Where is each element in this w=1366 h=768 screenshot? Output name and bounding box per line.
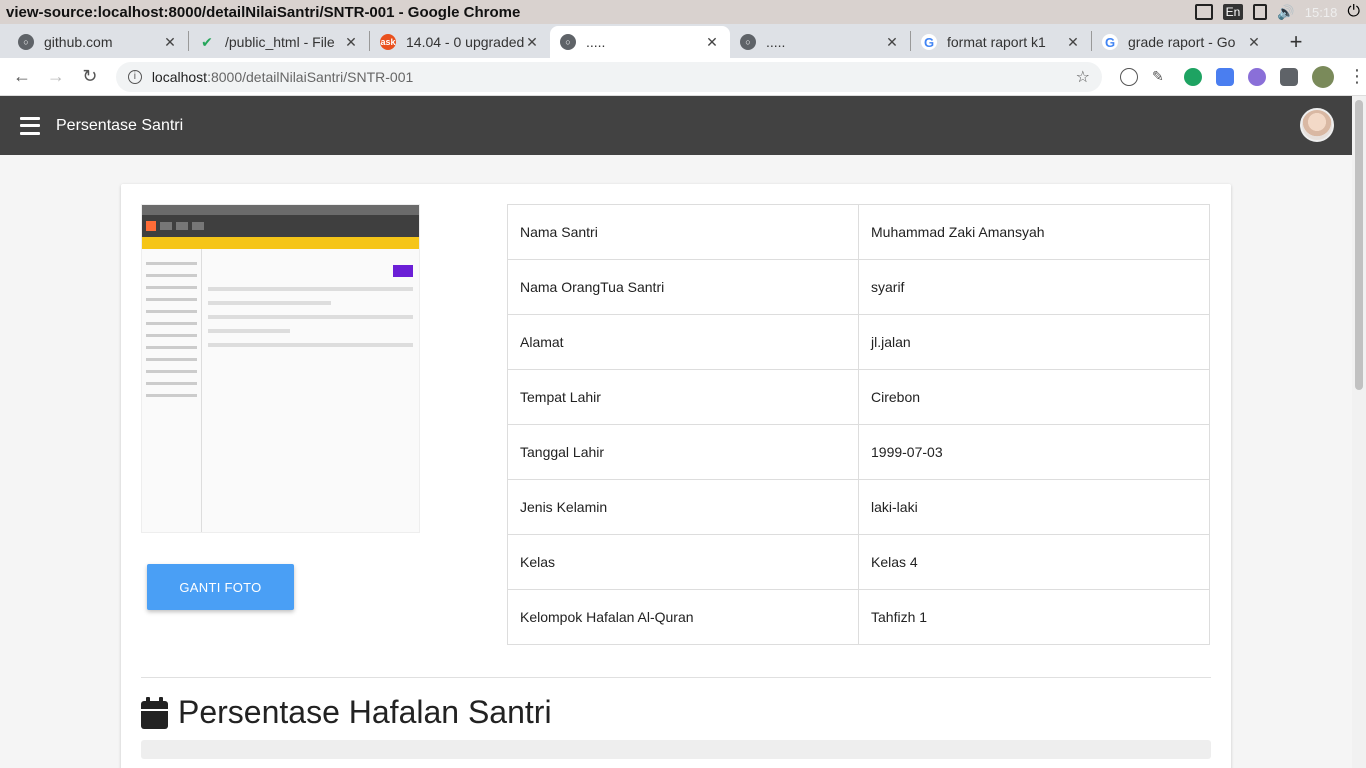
tab-format-raport[interactable]: G format raport k1 ✕ [911,26,1091,58]
globe-icon: ○ [740,34,756,50]
close-icon[interactable]: ✕ [524,34,540,51]
profile-avatar-icon[interactable] [1312,65,1334,88]
section-title-text: Persentase Hafalan Santri [178,694,552,730]
divider [141,677,1211,678]
page-scrollbar[interactable] [1352,96,1366,768]
table-row: Kelompok Hafalan Al-Quran Tahfizh 1 [507,589,1210,645]
row-label: Jenis Kelamin [507,479,859,535]
tab-askubuntu[interactable]: ask 14.04 - 0 upgraded ✕ [370,26,550,58]
clipboard-icon[interactable] [1253,4,1268,20]
tab-label: ..... [586,34,606,50]
table-row: Nama Santri Muhammad Zaki Amansyah [507,204,1210,260]
table-row: Alamat jl.jalan [507,314,1210,370]
close-icon[interactable]: ✕ [1065,34,1081,51]
puzzle-icon[interactable] [1280,67,1298,86]
section-heading: Persentase Hafalan Santri [141,694,552,731]
hafalan-progress-bar [141,740,1211,759]
browser-toolbar: ← → ↻ i localhost :8000/detailNilaiSantr… [0,58,1366,96]
tab-github[interactable]: ○ github.com ✕ [8,26,188,58]
row-value: Tahfizh 1 [858,589,1210,645]
tab-label: 14.04 - 0 upgraded [406,34,524,50]
volume-icon[interactable]: 🔊 [1277,4,1294,21]
pen-extension-icon[interactable]: ✎ [1152,68,1170,86]
tab-strip: ○ github.com ✕ ✔ /public_html - File ✕ a… [0,24,1366,58]
clock[interactable]: 15:18 [1305,5,1338,20]
url-path: :8000/detailNilaiSantri/SNTR-001 [207,68,414,85]
os-top-bar: view-source:localhost:8000/detailNilaiSa… [0,0,1366,24]
table-row: Tempat Lahir Cirebon [507,369,1210,425]
globe-icon: ○ [18,34,34,50]
user-avatar[interactable] [1300,108,1334,142]
tab-label: ..... [766,34,786,50]
translate-extension-icon[interactable] [1216,67,1234,86]
row-value: laki-laki [858,479,1210,535]
table-row: Jenis Kelamin laki-laki [507,479,1210,535]
check-icon: ✔ [201,33,213,50]
close-icon[interactable]: ✕ [884,34,900,51]
row-label: Tanggal Lahir [507,424,859,480]
app-title: Persentase Santri [56,116,184,134]
row-value: 1999-07-03 [858,424,1210,480]
row-label: Nama OrangTua Santri [507,259,859,315]
window-title: view-source:localhost:8000/detailNilaiSa… [6,3,521,21]
row-label: Tempat Lahir [507,369,859,425]
row-label: Nama Santri [507,204,859,260]
tab-label: grade raport - Go [1128,34,1236,50]
bookmark-star-icon[interactable]: ☆ [1076,67,1090,87]
info-icon[interactable]: i [127,69,142,84]
close-icon[interactable]: ✕ [704,34,720,51]
url-host: localhost [151,68,208,85]
scrollbar-thumb[interactable] [1355,100,1363,390]
screen-icon[interactable] [1194,4,1213,20]
reload-icon[interactable]: ↻ [74,61,106,93]
forward-arrow-icon[interactable]: → [40,61,72,93]
row-label: Kelas [507,534,859,590]
table-row: Tanggal Lahir 1999-07-03 [507,424,1210,480]
gear-extension-icon[interactable] [1248,67,1266,86]
menu-dots-icon[interactable]: ⋮ [1348,66,1366,87]
shield-extension-icon[interactable] [1184,67,1202,86]
keyboard-language-indicator[interactable]: En [1222,4,1244,20]
row-value: syarif [858,259,1210,315]
ganti-foto-button[interactable]: GANTI FOTO [147,564,294,610]
globe-icon: ○ [560,34,576,50]
back-arrow-icon[interactable]: ← [6,61,38,93]
row-value: Cirebon [858,369,1210,425]
tab-dots[interactable]: ○ ..... ✕ [730,26,910,58]
row-value: Kelas 4 [858,534,1210,590]
detail-card: GANTI FOTO Nama Santri Muhammad Zaki Ama… [121,184,1231,768]
tab-label: /public_html - File [225,34,335,50]
address-bar[interactable]: i localhost :8000/detailNilaiSantri/SNTR… [115,61,1102,92]
row-label: Alamat [507,314,859,370]
google-icon: G [1102,34,1118,50]
google-icon: G [921,34,937,50]
askubuntu-icon: ask [380,34,396,50]
close-icon[interactable]: ✕ [343,34,359,51]
power-icon[interactable]: ⏻ [1347,3,1360,21]
row-value: Muhammad Zaki Amansyah [858,204,1210,260]
system-tray: En 🔊 15:18 ⏻ [1194,0,1366,24]
table-row: Kelas Kelas 4 [507,534,1210,590]
hamburger-menu-icon[interactable] [20,116,40,135]
extensions-area: ✎ ⋮ [1120,65,1366,88]
close-icon[interactable]: ✕ [162,34,178,51]
tab-active[interactable]: ○ ..... ✕ [550,26,730,58]
app-header: Persentase Santri [0,96,1352,155]
new-tab-button[interactable]: + [1280,26,1312,58]
code-extension-icon[interactable] [1120,67,1138,86]
row-label: Kelompok Hafalan Al-Quran [507,589,859,645]
calendar-icon [141,696,168,729]
santri-info-table: Nama Santri Muhammad Zaki Amansyah Nama … [507,204,1210,645]
tab-label: github.com [44,34,113,50]
tab-public-html[interactable]: ✔ /public_html - File ✕ [189,26,369,58]
close-icon[interactable]: ✕ [1246,34,1262,51]
table-row: Nama OrangTua Santri syarif [507,259,1210,315]
tab-label: format raport k1 [947,34,1046,50]
row-value: jl.jalan [858,314,1210,370]
tab-grade-raport[interactable]: G grade raport - Go ✕ [1092,26,1272,58]
santri-photo [141,204,420,533]
